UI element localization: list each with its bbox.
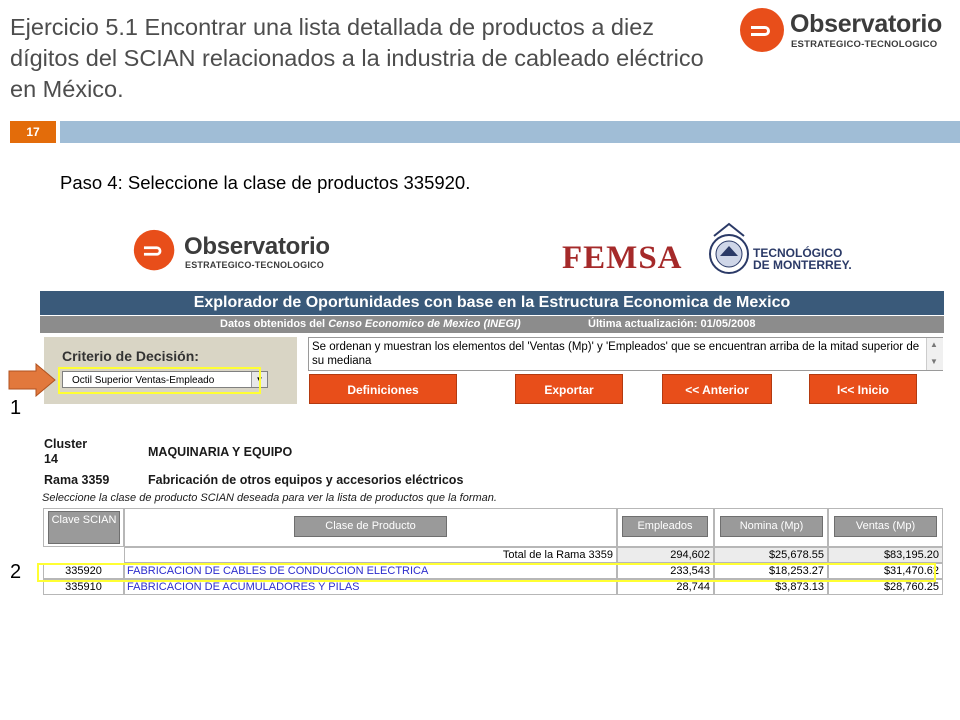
sort-clave-button[interactable]: Clave SCIAN [48,511,120,544]
header-cell-ventas: Ventas (Mp) [828,508,943,547]
step-instruction: Paso 4: Seleccione la clase de productos… [60,172,471,193]
data-source-prefix: Datos obtenidos del [220,318,329,330]
page-number: 17 [10,121,56,143]
data-source-text: Datos obtenidos del Censo Economico de M… [220,316,521,333]
definiciones-button[interactable]: Definiciones [309,374,457,404]
last-update-text: Última actualización: 01/05/2008 [588,318,756,330]
header-band [60,121,960,143]
step-marker-2: 2 [10,561,22,583]
app-banner: Explorador de Oportunidades con base en … [40,291,944,315]
data-source-bar: Datos obtenidos del Censo Economico de M… [40,316,944,333]
observatorio-subtitle: ESTRATEGICO-TECNOLOGICO [185,260,324,270]
rama-label: Rama 3359 [44,473,110,487]
femsa-logo: FEMSA [562,240,683,276]
inicio-button[interactable]: I<< Inicio [809,374,917,404]
select-hint: Seleccione la clase de producto SCIAN de… [42,492,497,504]
total-nomina: $25,678.55 [714,547,828,563]
sort-ventas-button[interactable]: Ventas (Mp) [834,516,937,537]
observatorio-logo-top: Observatorio ESTRATEGICO-TECNOLOGICO [738,6,953,56]
observatorio-wordmark: Observatorio [184,233,330,260]
tec-monterrey-crest-icon [709,222,749,274]
description-scrollbar[interactable]: ▲ ▼ [926,338,943,370]
header-cell-empleados: Empleados [617,508,714,547]
header-cell-clave: Clave SCIAN [43,508,124,547]
sort-empleados-button[interactable]: Empleados [622,516,708,537]
step-marker-1: 1 [10,397,22,419]
slide-title: Ejercicio 5.1 Encontrar una lista detall… [10,14,704,102]
total-ventas: $83,195.20 [828,547,943,563]
cluster-number: 14 [44,452,58,466]
total-empleados: 294,602 [617,547,714,563]
observatorio-mark-icon [133,229,175,271]
anterior-button[interactable]: << Anterior [662,374,772,404]
sort-nomina-button[interactable]: Nomina (Mp) [720,516,823,537]
observatorio-logo: Observatorio ESTRATEGICO-TECNOLOGICO [132,228,352,278]
criterio-description: Se ordenan y muestran los elementos del … [308,337,943,371]
pointer-arrow-icon [8,363,56,397]
observatorio-mark-icon [740,8,784,52]
scroll-up-icon[interactable]: ▲ [930,340,938,349]
cluster-name: MAQUINARIA Y EQUIPO [148,445,293,459]
products-table: Clave SCIAN Clase de Producto Empleados … [43,508,943,596]
highlight-box-row [37,563,936,582]
header-cell-clase: Clase de Producto [124,508,617,547]
cluster-label: Cluster [44,437,88,451]
highlight-box-select [58,367,261,394]
total-label: Total de la Rama 3359 [124,547,617,563]
tec-monterrey-text: TECNOLÓGICO DE MONTERREY. [753,247,852,271]
observatorio-subtitle: ESTRATEGICO-TECNOLOGICO [791,39,938,50]
criterio-label: Criterio de Decisión: [62,348,199,364]
scroll-down-icon[interactable]: ▼ [930,357,938,366]
data-source-name: Censo Economico de Mexico (INEGI) [328,318,521,330]
sort-clase-button[interactable]: Clase de Producto [294,516,447,537]
tec-line-2: DE MONTERREY. [753,258,852,272]
exportar-button[interactable]: Exportar [515,374,623,404]
rama-name: Fabricación de otros equipos y accesorio… [148,473,464,487]
header-clave-label: Clave SCIAN [51,514,117,526]
header-cell-nomina: Nomina (Mp) [714,508,828,547]
observatorio-wordmark: Observatorio [790,10,943,38]
